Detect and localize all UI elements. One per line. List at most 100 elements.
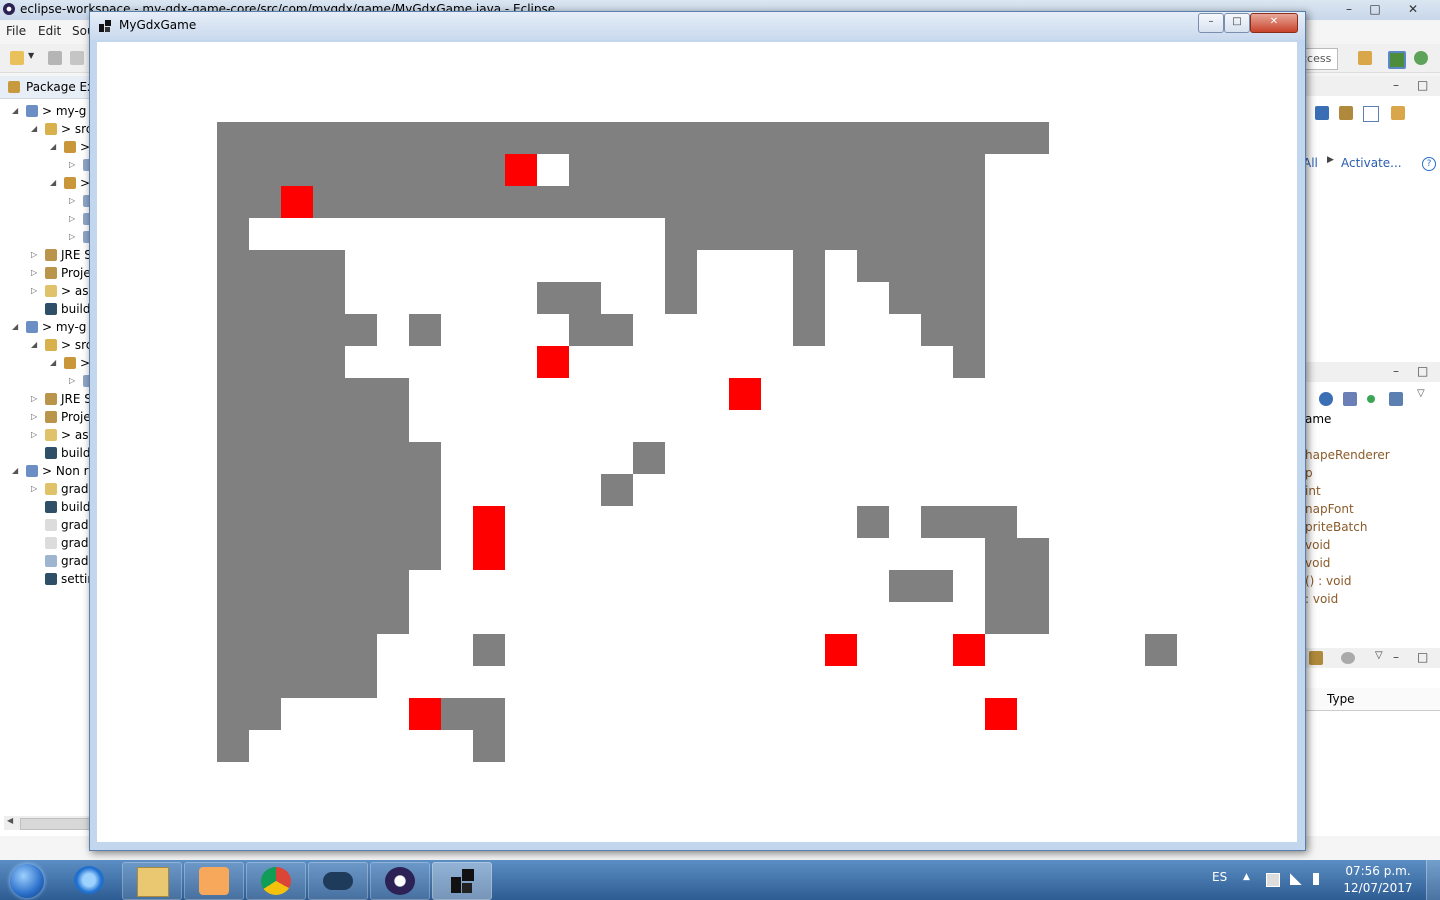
- outline-item[interactable]: napFont: [1305, 502, 1354, 516]
- tree-item[interactable]: build: [0, 444, 92, 462]
- new-dropdown-icon[interactable]: ▼: [28, 51, 36, 65]
- task-categorize-icon[interactable]: [1339, 106, 1353, 120]
- scrollbar-thumb[interactable]: [20, 818, 92, 830]
- taskbar-chrome-button[interactable]: [246, 862, 306, 900]
- outline-item[interactable]: priteBatch: [1305, 520, 1367, 534]
- eclipse-maximize-button[interactable]: □: [1362, 0, 1388, 18]
- eclipse-close-button[interactable]: ✕: [1400, 0, 1426, 18]
- outline-item[interactable]: () : void: [1305, 574, 1351, 588]
- package-explorer-scrollbar[interactable]: ◀: [4, 816, 92, 830]
- tree-expand-icon[interactable]: ▷: [31, 480, 39, 498]
- tree-item[interactable]: ▷ JRE S: [0, 390, 92, 408]
- network-icon[interactable]: [1290, 873, 1302, 885]
- tree-item[interactable]: ◢ >: [0, 354, 92, 372]
- clock-time[interactable]: 07:56 p.m.: [1340, 864, 1416, 878]
- tree-item[interactable]: gradl: [0, 516, 92, 534]
- outline-item[interactable]: p: [1305, 466, 1313, 480]
- game-titlebar[interactable]: MyGdxGame – □ ✕: [90, 12, 1305, 40]
- save-icon[interactable]: [48, 51, 62, 65]
- taskbar-explorer-button[interactable]: [122, 862, 182, 900]
- tree-item[interactable]: ▷: [0, 210, 95, 228]
- tree-expand-icon[interactable]: ◢: [31, 120, 39, 138]
- tree-item[interactable]: ▷ JRE S: [0, 246, 92, 264]
- activate-link[interactable]: Activate...: [1341, 156, 1402, 170]
- tree-item[interactable]: gradl: [0, 552, 92, 570]
- action-center-flag-icon[interactable]: [1266, 873, 1280, 887]
- debug-perspective-icon[interactable]: [1414, 51, 1428, 65]
- tree-item[interactable]: ▷ > as: [0, 282, 92, 300]
- language-indicator[interactable]: ES: [1212, 870, 1227, 884]
- tree-item[interactable]: ▷ gradl: [0, 480, 92, 498]
- game-maximize-button[interactable]: □: [1224, 13, 1250, 33]
- problems-maximize-icon[interactable]: □: [1417, 650, 1428, 664]
- tree-expand-icon[interactable]: ◢: [50, 354, 58, 372]
- clock-date[interactable]: 12/07/2017: [1340, 881, 1416, 895]
- maximize-view-icon[interactable]: □: [1417, 78, 1428, 92]
- outline-minimize-icon[interactable]: –: [1393, 364, 1399, 378]
- game-canvas[interactable]: [97, 42, 1297, 842]
- tree-item[interactable]: ▷: [0, 228, 95, 246]
- task-filter-icon[interactable]: [1315, 106, 1329, 120]
- task-collapse-icon[interactable]: [1363, 106, 1379, 122]
- game-close-button[interactable]: ✕: [1250, 13, 1298, 33]
- tree-expand-icon[interactable]: ◢: [50, 174, 58, 192]
- tree-expand-icon[interactable]: ▷: [31, 246, 39, 264]
- scroll-left-icon[interactable]: ◀: [7, 816, 13, 825]
- taskbar-libgdx-button[interactable]: [432, 862, 492, 900]
- outline-item[interactable]: int: [1305, 484, 1321, 498]
- view-options-icon[interactable]: [1341, 652, 1355, 664]
- taskbar-media-button[interactable]: [184, 862, 244, 900]
- tree-item[interactable]: ▷ > as: [0, 426, 92, 444]
- tree-expand-icon[interactable]: ◢: [12, 318, 20, 336]
- tree-item[interactable]: ◢ >: [0, 138, 92, 156]
- tree-item[interactable]: build: [0, 498, 92, 516]
- game-minimize-button[interactable]: –: [1198, 13, 1224, 33]
- tree-expand-icon[interactable]: ◢: [31, 336, 39, 354]
- tree-item[interactable]: ▷ Proje: [0, 264, 92, 282]
- taskbar-game-button[interactable]: [308, 862, 368, 900]
- tree-expand-icon[interactable]: ▷: [31, 282, 39, 300]
- new-icon[interactable]: [10, 51, 24, 65]
- tree-item[interactable]: build: [0, 300, 92, 318]
- open-perspective-icon[interactable]: [1358, 51, 1372, 65]
- tree-expand-icon[interactable]: ◢: [50, 138, 58, 156]
- tree-item[interactable]: ▷: [0, 372, 95, 390]
- tree-expand-icon[interactable]: ▷: [31, 390, 39, 408]
- hide-static-icon[interactable]: [1343, 392, 1357, 406]
- tree-expand-icon[interactable]: ▷: [69, 372, 77, 390]
- tree-item[interactable]: ▷: [0, 192, 95, 210]
- tree-expand-icon[interactable]: ◢: [12, 102, 20, 120]
- tree-item[interactable]: gradl: [0, 534, 92, 552]
- outline-menu-icon[interactable]: ▽: [1417, 388, 1425, 399]
- taskbar-ie-button[interactable]: [60, 862, 118, 898]
- minimize-view-icon[interactable]: –: [1393, 78, 1399, 92]
- tree-item[interactable]: ▷ Proje: [0, 408, 92, 426]
- sync-icon[interactable]: [1309, 651, 1323, 665]
- volume-icon[interactable]: [1313, 873, 1325, 885]
- tree-expand-icon[interactable]: ▷: [69, 210, 77, 228]
- tree-expand-icon[interactable]: ▷: [31, 426, 39, 444]
- outline-item[interactable]: : void: [1305, 592, 1338, 606]
- start-button[interactable]: [2, 861, 52, 899]
- hide-nonpublic-icon[interactable]: [1367, 395, 1375, 403]
- java-perspective-icon[interactable]: [1388, 51, 1406, 69]
- tree-item[interactable]: ▷: [0, 156, 95, 174]
- tree-item[interactable]: ◢ > src: [0, 336, 92, 354]
- tree-expand-icon[interactable]: ▷: [69, 192, 77, 210]
- tree-expand-icon[interactable]: ▷: [31, 264, 39, 282]
- show-hidden-icons-icon[interactable]: ▲: [1243, 872, 1250, 882]
- tree-item[interactable]: ◢ > Non r: [0, 462, 92, 480]
- save-all-icon[interactable]: [70, 51, 84, 65]
- outline-item[interactable]: hapeRenderer: [1305, 448, 1390, 462]
- tree-expand-icon[interactable]: ◢: [12, 462, 20, 480]
- taskbar-eclipse-button[interactable]: [370, 862, 430, 900]
- tree-item[interactable]: ◢ > src: [0, 120, 92, 138]
- eclipse-minimize-button[interactable]: –: [1336, 0, 1362, 18]
- problems-minimize-icon[interactable]: –: [1393, 650, 1399, 664]
- outline-maximize-icon[interactable]: □: [1417, 364, 1428, 378]
- tree-item[interactable]: ◢ >: [0, 174, 92, 192]
- tree-expand-icon[interactable]: ▷: [69, 156, 77, 174]
- type-column-header[interactable]: Type: [1327, 692, 1355, 706]
- outline-item[interactable]: void: [1305, 538, 1330, 552]
- tree-expand-icon[interactable]: ▷: [31, 408, 39, 426]
